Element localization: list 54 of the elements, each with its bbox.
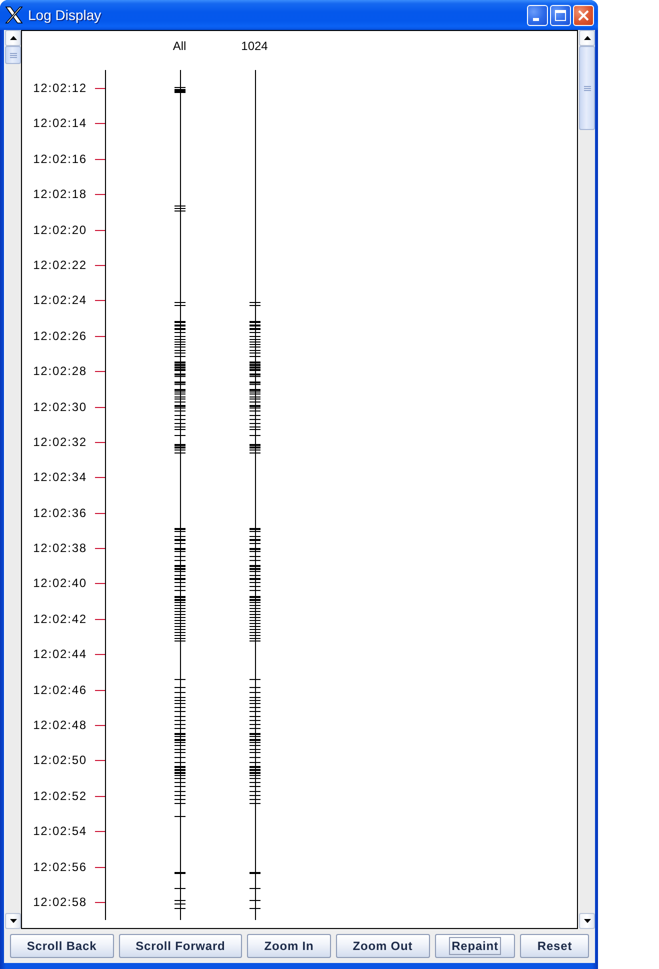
scrollbar-track[interactable] bbox=[4, 30, 21, 929]
time-label: 12:02:46 bbox=[33, 683, 87, 697]
track-label: All bbox=[172, 39, 186, 53]
action-button[interactable]: Reset bbox=[520, 934, 590, 958]
action-button[interactable]: Scroll Back bbox=[10, 934, 114, 958]
action-button[interactable]: Scroll Forward bbox=[118, 934, 242, 958]
scroll-up-button[interactable] bbox=[5, 30, 21, 46]
time-label: 12:02:34 bbox=[33, 470, 87, 484]
time-label: 12:02:40 bbox=[33, 576, 87, 590]
time-label: 12:02:54 bbox=[33, 824, 87, 838]
scroll-up-button[interactable] bbox=[579, 30, 595, 46]
track-label: 1024 bbox=[241, 39, 268, 53]
time-label: 12:02:22 bbox=[33, 258, 87, 272]
caret-down-icon bbox=[10, 919, 16, 923]
action-button[interactable]: Repaint bbox=[434, 934, 516, 958]
time-label: 12:02:48 bbox=[33, 718, 87, 732]
window-title: Log Display bbox=[28, 7, 102, 23]
caret-down-icon bbox=[584, 919, 590, 923]
time-label: 12:02:44 bbox=[33, 647, 87, 661]
time-label: 12:02:20 bbox=[33, 223, 87, 237]
time-label: 12:02:50 bbox=[33, 753, 87, 767]
maximize-icon bbox=[555, 10, 566, 20]
time-label: 12:02:36 bbox=[33, 506, 87, 520]
close-icon bbox=[578, 10, 589, 20]
time-label: 12:02:56 bbox=[33, 860, 87, 874]
scrollbar-thumb[interactable] bbox=[5, 46, 21, 64]
minimize-button[interactable] bbox=[527, 4, 548, 26]
time-label: 12:02:30 bbox=[33, 400, 87, 414]
grip-icon bbox=[584, 86, 590, 90]
scroll-down-button[interactable] bbox=[5, 913, 21, 929]
minimize-icon bbox=[532, 18, 538, 21]
time-label: 12:02:28 bbox=[33, 364, 87, 378]
time-label: 12:02:58 bbox=[33, 895, 87, 909]
grip-icon bbox=[10, 52, 16, 58]
time-label: 12:02:16 bbox=[33, 152, 87, 166]
caret-up-icon bbox=[584, 36, 590, 40]
time-label: 12:02:18 bbox=[33, 187, 87, 201]
caret-up-icon bbox=[10, 36, 16, 40]
scrollbar-thumb[interactable] bbox=[579, 46, 595, 130]
scroll-down-button[interactable] bbox=[579, 913, 595, 929]
time-label: 12:02:26 bbox=[33, 329, 87, 343]
action-button[interactable]: Zoom Out bbox=[336, 934, 430, 958]
x-logo-icon bbox=[5, 6, 23, 24]
action-button[interactable]: Zoom In bbox=[247, 934, 331, 958]
time-label: 12:02:38 bbox=[33, 541, 87, 555]
close-button[interactable] bbox=[573, 4, 594, 26]
time-label: 12:02:14 bbox=[33, 116, 87, 130]
time-label: 12:02:24 bbox=[33, 293, 87, 307]
time-label: 12:02:42 bbox=[33, 612, 87, 626]
scrollbar-track[interactable] bbox=[578, 30, 595, 929]
time-label: 12:02:52 bbox=[33, 789, 87, 803]
time-label: 12:02:12 bbox=[33, 81, 87, 95]
maximize-button[interactable] bbox=[550, 4, 571, 26]
time-label: 12:02:32 bbox=[33, 435, 87, 449]
